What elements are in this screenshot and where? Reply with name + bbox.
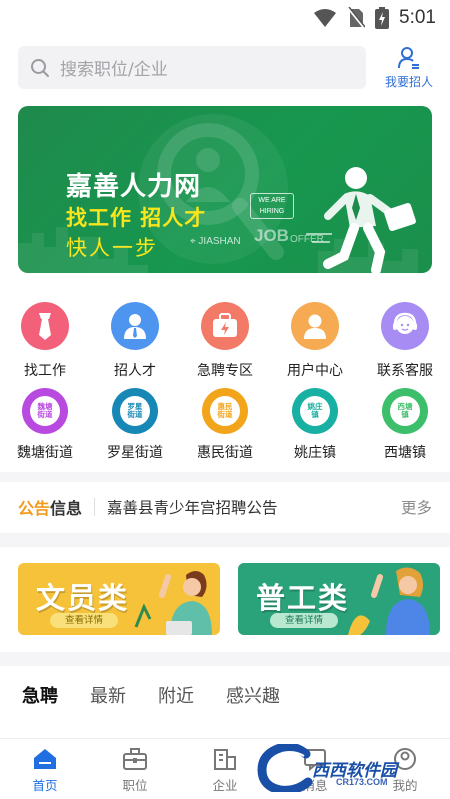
clock: 5:01 — [399, 7, 436, 28]
home-icon — [34, 749, 56, 769]
user-icon — [291, 302, 339, 350]
banner-location-text: JIASHAN — [198, 236, 241, 247]
recruit-button[interactable]: 我要招人 — [376, 46, 442, 92]
category-card-button[interactable]: 查看详情 — [270, 613, 338, 628]
category-card-worker[interactable]: 普工类 查看详情 — [238, 563, 440, 635]
search-input[interactable]: 搜索职位/企业 — [18, 46, 366, 89]
district-huimin[interactable]: 惠民 街道 惠民街道 — [180, 388, 270, 462]
category-card-title: 文员类 — [36, 581, 130, 615]
district-badge-icon: 惠民 街道 — [202, 388, 248, 434]
banner-location: ⌖ JIASHAN — [190, 236, 241, 247]
menu-item-urgent[interactable]: 急聘专区 — [180, 302, 270, 380]
worker-illustration — [348, 567, 430, 635]
watermark-subtext: CR173.COM — [336, 777, 388, 787]
tie-icon — [21, 302, 69, 350]
recruit-button-label: 我要招人 — [384, 75, 433, 89]
battery-charging-icon — [375, 7, 390, 29]
quick-menu: 找工作 招人才 急聘专区 用户中心 联系客服 — [0, 302, 450, 380]
banner-hiring-badge: WE ARE HIRING — [250, 193, 294, 219]
district-label: 姚庄镇 — [294, 445, 336, 461]
category-card-button[interactable]: 查看详情 — [50, 613, 118, 628]
urgent-bag-icon — [201, 302, 249, 350]
district-label: 罗星街道 — [107, 445, 163, 461]
district-luoxing[interactable]: 罗星 街道 罗星街道 — [90, 388, 180, 462]
wifi-icon — [314, 9, 337, 27]
building-icon — [214, 749, 236, 770]
briefcase-icon — [123, 748, 147, 770]
notice-tag-part2: 信息 — [50, 499, 83, 518]
menu-item-label: 联系客服 — [377, 363, 433, 379]
notice-more-link[interactable]: 更多 — [401, 496, 432, 518]
watermark-logo: 西西软件园 CR173.COM — [252, 742, 448, 794]
district-menu: 魏塘 街道 魏塘街道 罗星 街道 罗星街道 惠民 街道 惠民街道 姚庄镇 姚庄镇 西塘… — [0, 388, 450, 462]
no-sim-icon — [347, 7, 366, 29]
divider-band — [0, 533, 450, 547]
menu-item-find-job[interactable]: 找工作 — [0, 302, 90, 380]
district-badge-icon: 西塘镇 — [382, 388, 428, 434]
tab-nearby[interactable]: 附近 — [158, 682, 194, 708]
nav-jobs[interactable]: 职位 — [90, 739, 180, 799]
person-tie-icon — [111, 302, 159, 350]
banner-job-text: JOB — [254, 226, 289, 245]
nav-label: 企业 — [212, 778, 238, 793]
notice-tag-part1: 公告 — [18, 499, 51, 518]
menu-item-label: 急聘专区 — [197, 363, 253, 379]
banner-title: 嘉善人力网 — [66, 172, 202, 202]
category-card-clerk[interactable]: 文员类 查看详情 — [18, 563, 220, 635]
divider-band — [0, 652, 450, 666]
tab-latest[interactable]: 最新 — [90, 682, 126, 708]
recruit-person-icon — [398, 47, 419, 69]
district-label: 惠民街道 — [197, 445, 253, 461]
banner-tagline: 快人一步 — [66, 236, 158, 260]
district-xitang[interactable]: 西塘镇 西塘镇 — [360, 388, 450, 462]
service-icon — [381, 302, 429, 350]
menu-item-label: 招人才 — [114, 363, 156, 379]
menu-item-label: 找工作 — [24, 363, 66, 379]
district-label: 魏塘街道 — [17, 445, 73, 461]
watermark-c-icon — [257, 744, 313, 792]
divider-band — [0, 472, 450, 482]
district-badge-icon: 姚庄镇 — [292, 388, 338, 434]
district-weitang[interactable]: 魏塘 街道 魏塘街道 — [0, 388, 90, 462]
running-businessman-icon — [306, 167, 416, 273]
status-bar: 5:01 — [0, 0, 450, 36]
promo-banner[interactable]: 嘉善人力网 找工作 招人才 快人一步 WE ARE HIRING ⌖ JIASH… — [18, 106, 432, 273]
menu-item-recruit[interactable]: 招人才 — [90, 302, 180, 380]
nav-label: 首页 — [32, 778, 58, 793]
clerk-illustration — [134, 571, 212, 635]
job-filter-tabs: 急聘 最新 附近 感兴趣 — [0, 672, 450, 718]
notice-bar[interactable]: 公告信息 嘉善县青少年宫招聘公告 更多 — [0, 484, 450, 530]
banner-slogan: 找工作 招人才 — [66, 206, 207, 230]
notice-text[interactable]: 嘉善县青少年宫招聘公告 — [107, 496, 401, 518]
notice-separator — [94, 498, 96, 516]
tab-interested[interactable]: 感兴趣 — [226, 682, 280, 708]
menu-item-label: 用户中心 — [287, 363, 343, 379]
district-label: 西塘镇 — [384, 445, 426, 461]
category-card-title: 普工类 — [256, 581, 350, 615]
nav-label: 职位 — [122, 778, 148, 793]
nav-home[interactable]: 首页 — [0, 739, 90, 799]
district-badge-icon: 罗星 街道 — [112, 388, 158, 434]
notice-tag: 公告信息 — [18, 495, 82, 519]
search-icon — [31, 58, 49, 77]
district-badge-icon: 魏塘 街道 — [22, 388, 68, 434]
search-placeholder: 搜索职位/企业 — [60, 60, 168, 80]
menu-item-user-center[interactable]: 用户中心 — [270, 302, 360, 380]
menu-item-service[interactable]: 联系客服 — [360, 302, 450, 380]
tab-urgent[interactable]: 急聘 — [22, 682, 58, 708]
district-yaozhuang[interactable]: 姚庄镇 姚庄镇 — [270, 388, 360, 462]
